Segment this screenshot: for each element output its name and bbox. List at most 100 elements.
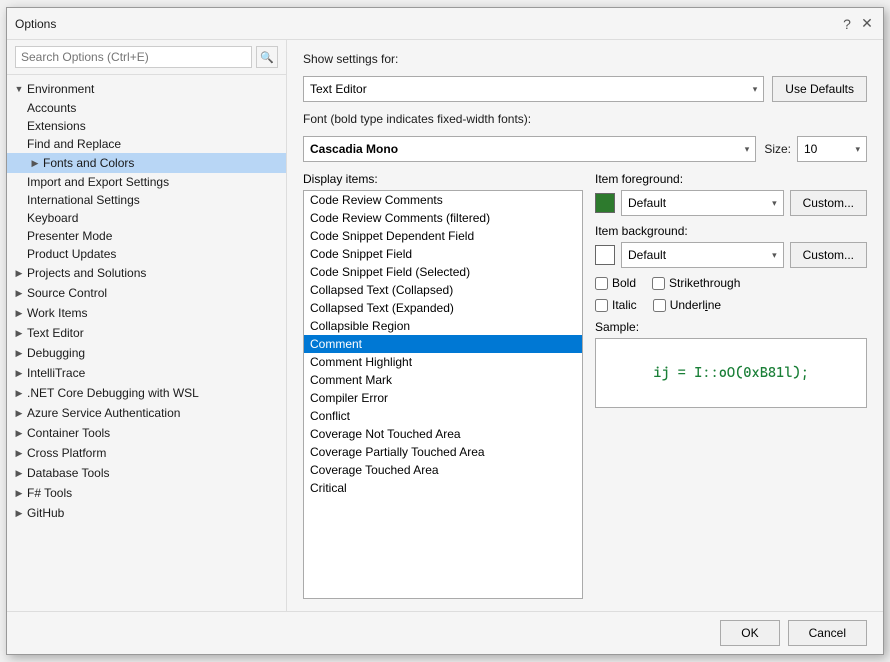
list-item-code-snippet-selected[interactable]: Code Snippet Field (Selected) — [304, 263, 582, 281]
underline-label: Underline — [670, 298, 721, 312]
tree-item-container-tools[interactable]: ▶ Container Tools — [7, 423, 286, 443]
sample-label: Sample: — [595, 320, 867, 334]
background-dropdown[interactable]: Default ▾ — [621, 242, 784, 268]
expander-debugging: ▶ — [11, 345, 27, 361]
list-item-collapsed-text-collapsed[interactable]: Collapsed Text (Collapsed) — [304, 281, 582, 299]
bold-checkbox-label[interactable]: Bold — [595, 276, 636, 290]
strikethrough-checkbox-label[interactable]: Strikethrough — [652, 276, 740, 290]
list-item-code-review-comments[interactable]: Code Review Comments — [304, 191, 582, 209]
tree-item-debugging[interactable]: ▶ Debugging — [7, 343, 286, 363]
tree-item-product-updates[interactable]: Product Updates — [7, 245, 286, 263]
ok-button[interactable]: OK — [720, 620, 779, 646]
tree-label-fonts-colors: Fonts and Colors — [43, 156, 134, 170]
expander-github: ▶ — [11, 505, 27, 521]
list-item-critical[interactable]: Critical — [304, 479, 582, 497]
show-settings-row: Show settings for: — [303, 52, 867, 66]
foreground-dropdown[interactable]: Default ▾ — [621, 190, 784, 216]
expander-fonts-colors: ▶ — [27, 155, 43, 171]
background-label: Item background: — [595, 224, 867, 238]
close-button[interactable]: ✕ — [859, 16, 875, 32]
tree-item-github[interactable]: ▶ GitHub — [7, 503, 286, 523]
display-items-list[interactable]: Code Review Comments Code Review Comment… — [303, 190, 583, 599]
list-item-collapsed-text-expanded[interactable]: Collapsed Text (Expanded) — [304, 299, 582, 317]
tree-item-text-editor[interactable]: ▶ Text Editor — [7, 323, 286, 343]
help-button[interactable]: ? — [839, 16, 855, 32]
tree-item-fsharp-tools[interactable]: ▶ F# Tools — [7, 483, 286, 503]
sample-box: ij = I::oO(0xB81l); — [595, 338, 867, 408]
italic-checkbox[interactable] — [595, 299, 608, 312]
tree-label-environment: Environment — [27, 82, 94, 96]
list-item-code-snippet-dependent[interactable]: Code Snippet Dependent Field — [304, 227, 582, 245]
tree-label-find-replace: Find and Replace — [27, 137, 121, 151]
style-checkboxes-row2: Italic Underline — [595, 298, 867, 312]
tree-item-keyboard[interactable]: Keyboard — [7, 209, 286, 227]
list-item-comment[interactable]: Comment — [304, 335, 582, 353]
tree-item-accounts[interactable]: Accounts — [7, 99, 286, 117]
foreground-custom-button[interactable]: Custom... — [790, 190, 867, 216]
size-group: Size: 10 ▾ — [764, 136, 867, 162]
tree-label-cross-platform: Cross Platform — [27, 446, 106, 460]
list-item-compiler-error[interactable]: Compiler Error — [304, 389, 582, 407]
right-panel: Show settings for: Text Editor ▾ Use Def… — [287, 40, 883, 611]
tree-item-net-core[interactable]: ▶ .NET Core Debugging with WSL — [7, 383, 286, 403]
expander-database-tools: ▶ — [11, 465, 27, 481]
tree-label-product-updates: Product Updates — [27, 247, 116, 261]
size-dropdown[interactable]: 10 ▾ — [797, 136, 867, 162]
left-panel: 🔍 ▼ Environment Accounts Extensions Find… — [7, 40, 287, 611]
show-settings-value-row: Text Editor ▾ Use Defaults — [303, 76, 867, 102]
strikethrough-checkbox[interactable] — [652, 277, 665, 290]
tree-item-extensions[interactable]: Extensions — [7, 117, 286, 135]
foreground-value: Default — [628, 196, 666, 210]
font-dropdown[interactable]: Cascadia Mono ▾ — [303, 136, 756, 162]
tree-item-intellitrace[interactable]: ▶ IntelliTrace — [7, 363, 286, 383]
display-items-col: Display items: Code Review Comments Code… — [303, 172, 583, 599]
italic-label: Italic — [612, 298, 637, 312]
list-item-conflict[interactable]: Conflict — [304, 407, 582, 425]
tree-item-find-replace[interactable]: Find and Replace — [7, 135, 286, 153]
dialog-footer: OK Cancel — [7, 611, 883, 654]
tree-item-cross-platform[interactable]: ▶ Cross Platform — [7, 443, 286, 463]
underline-checkbox-label[interactable]: Underline — [653, 298, 721, 312]
list-item-comment-highlight[interactable]: Comment Highlight — [304, 353, 582, 371]
underline-checkbox[interactable] — [653, 299, 666, 312]
expander-net-core: ▶ — [11, 385, 27, 401]
list-item-coverage-not-touched[interactable]: Coverage Not Touched Area — [304, 425, 582, 443]
font-label-row: Font (bold type indicates fixed-width fo… — [303, 112, 867, 126]
tree-item-presenter-mode[interactable]: Presenter Mode — [7, 227, 286, 245]
use-defaults-button[interactable]: Use Defaults — [772, 76, 867, 102]
list-item-coverage-partially-touched[interactable]: Coverage Partially Touched Area — [304, 443, 582, 461]
strikethrough-label: Strikethrough — [669, 276, 740, 290]
style-checkboxes-row1: Bold Strikethrough — [595, 276, 867, 290]
search-input[interactable] — [15, 46, 252, 68]
show-settings-label: Show settings for: — [303, 52, 398, 66]
font-value: Cascadia Mono — [310, 142, 398, 156]
tree-item-import-export[interactable]: Import and Export Settings — [7, 173, 286, 191]
title-bar: Options ? ✕ — [7, 8, 883, 40]
search-button[interactable]: 🔍 — [256, 46, 278, 68]
list-item-code-review-filtered[interactable]: Code Review Comments (filtered) — [304, 209, 582, 227]
list-item-coverage-touched[interactable]: Coverage Touched Area — [304, 461, 582, 479]
options-dialog: Options ? ✕ 🔍 ▼ Environment Accounts — [6, 7, 884, 655]
tree-label-debugging: Debugging — [27, 346, 85, 360]
tree-item-source-control[interactable]: ▶ Source Control — [7, 283, 286, 303]
size-label: Size: — [764, 142, 791, 156]
tree-item-environment[interactable]: ▼ Environment — [7, 79, 286, 99]
tree-item-international[interactable]: International Settings — [7, 191, 286, 209]
list-item-comment-mark[interactable]: Comment Mark — [304, 371, 582, 389]
tree-item-projects-solutions[interactable]: ▶ Projects and Solutions — [7, 263, 286, 283]
tree-label-github: GitHub — [27, 506, 64, 520]
cancel-button[interactable]: Cancel — [788, 620, 867, 646]
tree-item-work-items[interactable]: ▶ Work Items — [7, 303, 286, 323]
show-settings-value: Text Editor — [310, 82, 367, 96]
list-item-collapsible-region[interactable]: Collapsible Region — [304, 317, 582, 335]
tree-item-azure-auth[interactable]: ▶ Azure Service Authentication — [7, 403, 286, 423]
tree-item-database-tools[interactable]: ▶ Database Tools — [7, 463, 286, 483]
background-custom-button[interactable]: Custom... — [790, 242, 867, 268]
tree-item-fonts-colors[interactable]: ▶ Fonts and Colors — [7, 153, 286, 173]
show-settings-dropdown[interactable]: Text Editor ▾ — [303, 76, 764, 102]
list-item-code-snippet-field[interactable]: Code Snippet Field — [304, 245, 582, 263]
tree-label-text-editor: Text Editor — [27, 326, 84, 340]
italic-checkbox-label[interactable]: Italic — [595, 298, 637, 312]
bold-checkbox[interactable] — [595, 277, 608, 290]
search-box: 🔍 — [7, 40, 286, 75]
